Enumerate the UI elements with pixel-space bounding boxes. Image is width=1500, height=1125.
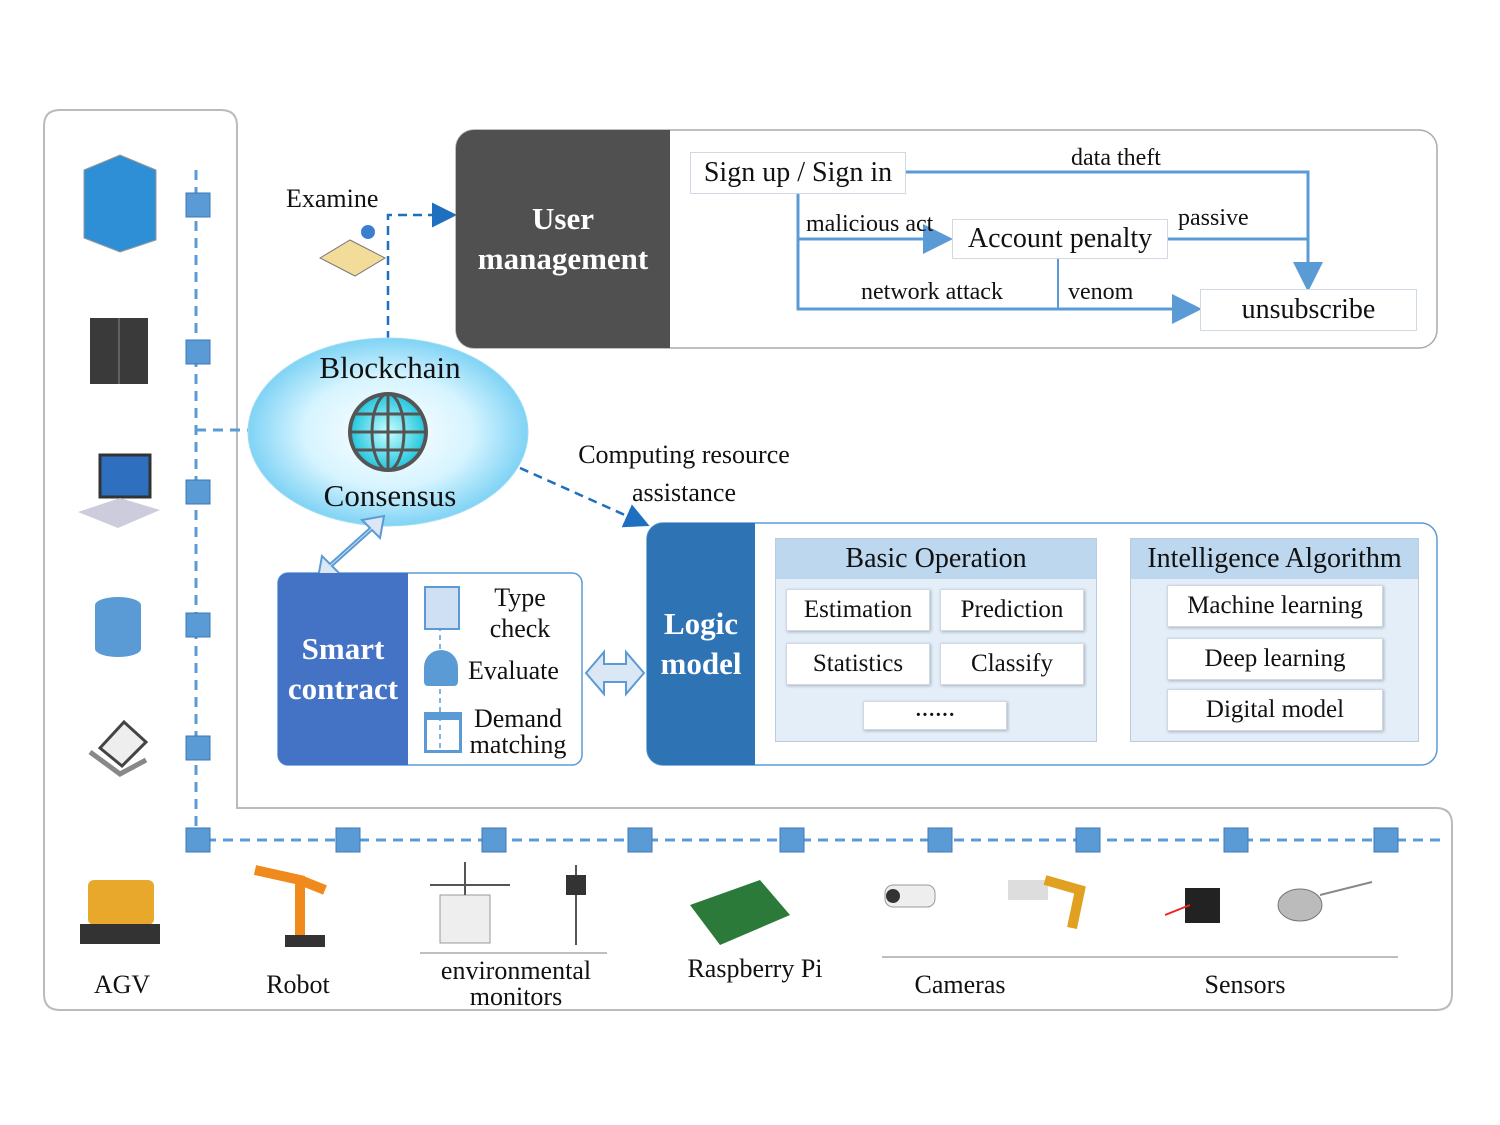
computing-resource-label: Computing resource xyxy=(578,440,790,469)
smart-contract-box: Smart contract xyxy=(278,573,408,765)
malicious-act-label: malicious act xyxy=(806,211,934,237)
person-icon xyxy=(424,650,458,686)
globe-icon xyxy=(348,392,428,472)
account-penalty-box: Account penalty xyxy=(952,219,1168,259)
digital-model-box: Digital model xyxy=(1167,689,1383,731)
basic-operation-header: Basic Operation xyxy=(776,539,1096,579)
passive-label: passive xyxy=(1178,205,1249,231)
examiner-icon xyxy=(318,225,387,277)
environmental-monitor-image xyxy=(430,862,586,945)
unsubscribe-box: unsubscribe xyxy=(1200,289,1417,331)
agv-image xyxy=(80,880,160,944)
venom-label: venom xyxy=(1068,279,1134,305)
user-management-box: User management xyxy=(456,130,670,348)
robot-image xyxy=(253,865,327,947)
raspberry-pi-image xyxy=(690,880,790,945)
laptop-icon xyxy=(88,719,149,777)
sign-up-sign-in-box: Sign up / Sign in xyxy=(690,152,906,194)
statistics-box: Statistics xyxy=(786,643,930,685)
cart-icon xyxy=(424,712,462,753)
evaluate-label: Evaluate xyxy=(468,656,559,685)
intelligence-algorithm-header: Intelligence Algorithm xyxy=(1131,539,1418,579)
classify-box: Classify xyxy=(940,643,1084,685)
camera-image xyxy=(884,884,936,908)
sensors-label: Sensors xyxy=(1204,970,1286,999)
demand-matching-label: Demand matching xyxy=(469,704,567,759)
prediction-box: Prediction xyxy=(940,589,1084,631)
diagram: Examine User management Sign up / Sign i… xyxy=(0,0,1500,1125)
sensor-image xyxy=(1164,888,1220,923)
examine-label: Examine xyxy=(286,184,379,213)
scanner-image xyxy=(1008,875,1086,930)
double-arrow-horizontal xyxy=(584,649,646,697)
type-check-label: Type check xyxy=(489,583,551,643)
cameras-label: Cameras xyxy=(914,970,1006,999)
document-icon xyxy=(424,586,460,630)
blockchain-label: Blockchain xyxy=(319,350,461,385)
estimation-box: Estimation xyxy=(786,589,930,631)
raspberry-pi-label: Raspberry Pi xyxy=(687,954,823,983)
rack-icon xyxy=(90,318,148,384)
load-cell-image xyxy=(1277,881,1373,922)
robot-label: Robot xyxy=(266,970,330,999)
machine-learning-box: Machine learning xyxy=(1167,585,1383,627)
network-attack-label: network attack xyxy=(861,279,1003,305)
double-arrow-diagonal xyxy=(316,514,386,580)
computer-icon xyxy=(78,453,160,528)
server-icon xyxy=(83,154,157,253)
agv-label: AGV xyxy=(93,970,151,999)
logic-model-box: Logic model xyxy=(647,523,755,765)
assistance-label: assistance xyxy=(632,478,736,507)
data-theft-label: data theft xyxy=(1071,145,1161,171)
database-icon xyxy=(95,597,141,657)
more-box: ······ xyxy=(863,701,1007,730)
environmental-monitors-label: environmental monitors xyxy=(440,956,592,1011)
deep-learning-box: Deep learning xyxy=(1167,638,1383,680)
consensus-label: Consensus xyxy=(323,478,457,513)
